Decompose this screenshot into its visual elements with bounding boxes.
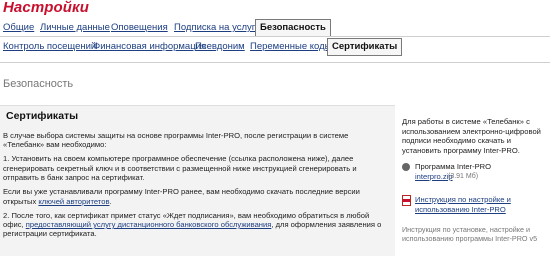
download-title: Программа Inter-PRO [415,162,492,171]
download-disc-icon [402,163,410,171]
content-title: Сертификаты [6,110,79,122]
content-body: В случае выбора системы защиты на основе… [3,131,391,243]
tab-financial-info[interactable]: Финансовая информация [93,39,206,56]
authority-keys-link[interactable]: ключей авторитетов [38,197,109,206]
paragraph-step-1: 1. Установить на своем компьютере програ… [3,154,357,183]
sidebar: Для работы в системе «Телебанк» с исполь… [402,117,548,243]
paragraph-step-2: 2. После того, как сертификат примет ста… [3,210,382,239]
download-size: (3.91 Мб) [448,173,479,180]
download-link[interactable]: interpro.zip [415,172,453,182]
tab-alias[interactable]: Псевдоним [195,39,245,56]
section-heading: Безопасность [3,78,74,90]
paragraph-intro: В случае выбора системы защиты на основе… [3,131,349,150]
subnav-divider [0,62,550,63]
tab-personal-data[interactable]: Личные данные [40,20,110,37]
tab-certificates[interactable]: Сертификаты [327,38,403,56]
tab-visit-control[interactable]: Контроль посещений [3,39,96,56]
remote-banking-offices-link[interactable]: предоставляющий услугу дистанционного ба… [26,220,272,229]
tab-variable-codes[interactable]: Переменные коды [250,39,331,56]
tab-general[interactable]: Общие [3,20,34,37]
manual-link[interactable]: Инструкция по настройке и использованию … [415,195,545,214]
tab-security[interactable]: Безопасность [255,19,331,37]
tab-notifications[interactable]: Оповещения [111,20,168,37]
pdf-icon [402,195,411,206]
tab-subscriptions[interactable]: Подписка на услуги [174,20,261,37]
paragraph-keys: Если вы уже устанавливали программу Inte… [3,187,360,206]
sidebar-intro: Для работы в системе «Телебанк» с исполь… [402,117,541,155]
sidebar-note: Инструкция по установке, настройке и исп… [402,225,538,243]
page-title: Настройки [3,0,90,16]
nav-divider [0,36,550,37]
